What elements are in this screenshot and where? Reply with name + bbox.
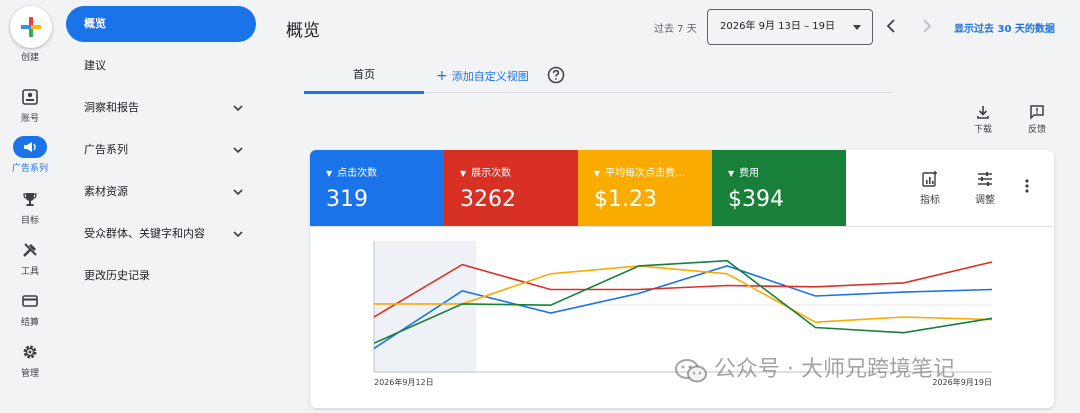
- nav-item-insights[interactable]: 洞察和报告: [66, 90, 256, 126]
- create-button[interactable]: [10, 6, 52, 48]
- help-icon[interactable]: [547, 66, 565, 84]
- billing-icon: [22, 295, 38, 307]
- nav-item-recommendations[interactable]: 建议: [66, 48, 256, 84]
- caret-down-icon: ▼: [326, 169, 333, 178]
- chevron-down-icon: [233, 105, 243, 112]
- tune-icon: [978, 172, 992, 186]
- plus-icon: +: [436, 68, 448, 84]
- more-vert-icon[interactable]: [1024, 178, 1030, 194]
- download-icon: [977, 106, 989, 119]
- metric-cost[interactable]: ▼ 费用 $394: [712, 150, 846, 226]
- nav-item-overview[interactable]: 概览: [66, 6, 256, 42]
- wechat-logo-icon: [675, 359, 707, 383]
- trophy-icon: [23, 193, 37, 206]
- left-rail: 创建 账号 广告系列 目标 工具 结算 管理: [0, 0, 60, 413]
- account-icon: [22, 89, 38, 105]
- metric-value: 319: [326, 187, 368, 212]
- page-title: 概览: [286, 21, 320, 41]
- metric-avg-cpc[interactable]: ▼ 平均每次点击费… $1.23: [578, 150, 712, 226]
- rail-item-admin[interactable]: 管理: [0, 341, 60, 379]
- metric-impressions[interactable]: ▼ 展示次数 3262: [444, 150, 578, 226]
- download-button[interactable]: 下载: [963, 104, 1003, 135]
- add-custom-view-link[interactable]: + 添加自定义视图: [436, 68, 529, 84]
- chevron-right-icon[interactable]: [920, 18, 934, 34]
- caret-down-icon: [853, 25, 861, 30]
- date-range-value: 2026年 9月 13日 – 19日: [720, 21, 835, 32]
- nav-item-audiences[interactable]: 受众群体、关键字和内容: [66, 216, 256, 252]
- tab-home[interactable]: 首页: [304, 62, 424, 94]
- secondary-nav: 概览 建议 洞察和报告 广告系列 素材资源 受众群体、关键字和内容 更改历史记录: [60, 0, 270, 413]
- plus-icon: [21, 17, 41, 37]
- nav-item-campaigns[interactable]: 广告系列: [66, 132, 256, 168]
- feedback-icon: [1030, 105, 1044, 120]
- tools-icon: [23, 243, 37, 257]
- chevron-left-icon[interactable]: [884, 18, 898, 34]
- caret-down-icon: ▼: [594, 169, 601, 178]
- feedback-button[interactable]: 反馈: [1017, 104, 1057, 135]
- date-range-select[interactable]: 2026年 9月 13日 – 19日: [707, 9, 873, 45]
- metrics-button[interactable]: 指标: [912, 170, 948, 206]
- rail-item-campaigns[interactable]: 广告系列: [0, 136, 60, 174]
- chart-x-tick-label: 2026年9月12日: [374, 377, 434, 387]
- metric-value: $1.23: [594, 187, 657, 212]
- megaphone-icon: [24, 142, 36, 152]
- gear-icon: [23, 345, 37, 359]
- show-30-days-link[interactable]: 显示过去 30 天的数据: [954, 20, 1055, 35]
- metric-value: $394: [728, 187, 784, 212]
- chart-highlight-band: [374, 241, 477, 372]
- adjust-button[interactable]: 调整: [967, 170, 1003, 206]
- nav-item-assets[interactable]: 素材资源: [66, 174, 256, 210]
- chevron-down-icon: [233, 231, 243, 238]
- watermark-text: 公众号 · 大师兄跨境笔记: [714, 357, 955, 382]
- chevron-down-icon: [233, 189, 243, 196]
- nav-item-change-history[interactable]: 更改历史记录: [66, 258, 256, 294]
- metric-value: 3262: [460, 187, 516, 212]
- caret-down-icon: ▼: [728, 169, 735, 178]
- date-range-prefix: 过去 7 天: [654, 24, 697, 35]
- rail-item-billing[interactable]: 结算: [0, 290, 60, 328]
- rail-item-account[interactable]: 账号: [0, 86, 60, 124]
- rail-item-tools[interactable]: 工具: [0, 239, 60, 277]
- metric-clicks[interactable]: ▼ 点击次数 319: [310, 150, 444, 226]
- create-label: 创建: [20, 53, 39, 63]
- add-chart-icon: [922, 171, 937, 187]
- chevron-down-icon: [233, 147, 243, 154]
- caret-down-icon: ▼: [460, 169, 467, 178]
- rail-item-goals[interactable]: 目标: [0, 188, 60, 226]
